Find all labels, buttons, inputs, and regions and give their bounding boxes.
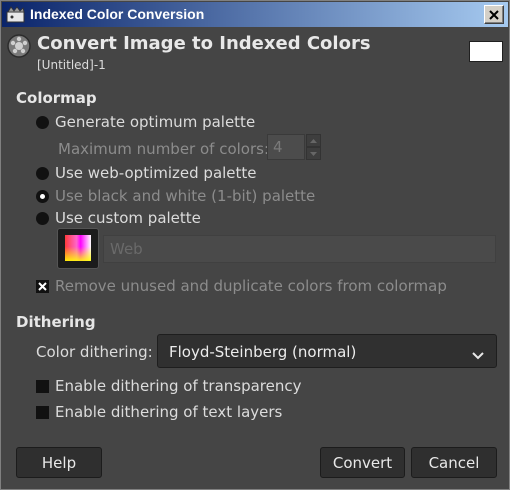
- radio-button-selected[interactable]: [36, 189, 49, 203]
- color-dithering-label: Color dithering:: [36, 343, 153, 361]
- close-icon: [489, 5, 499, 24]
- radio-button[interactable]: [36, 115, 49, 129]
- check-x-icon: [38, 281, 47, 291]
- chevron-up-icon: [310, 138, 317, 143]
- title-bar[interactable]: Indexed Color Conversion: [2, 2, 508, 27]
- radio-button[interactable]: [36, 166, 49, 180]
- dither-transparency-option[interactable]: Enable dithering of transparency: [36, 377, 302, 395]
- convert-button[interactable]: Convert: [320, 447, 405, 478]
- increment-button[interactable]: [306, 134, 321, 147]
- radio-label: Use black and white (1-bit) palette: [55, 187, 316, 205]
- radio-button[interactable]: [36, 211, 49, 225]
- dialog-window: Indexed Color Conversion Convert Image t…: [0, 0, 510, 490]
- radio-label: Generate optimum palette: [55, 113, 256, 131]
- checkbox-checked[interactable]: [36, 279, 49, 293]
- palette-swatch-button[interactable]: [57, 228, 99, 269]
- colormap-heading: Colormap: [16, 89, 97, 107]
- palette-swatch-icon: [65, 235, 91, 261]
- radio-web-palette[interactable]: Use web-optimized palette: [36, 164, 257, 182]
- decrement-button[interactable]: [306, 147, 321, 160]
- checkbox-label: Enable dithering of text layers: [55, 403, 283, 421]
- cancel-button[interactable]: Cancel: [411, 447, 497, 478]
- help-button[interactable]: Help: [16, 447, 102, 478]
- checkbox-label: Remove unused and duplicate colors from …: [55, 277, 447, 295]
- convert-indexed-icon: [6, 33, 32, 59]
- close-button[interactable]: [484, 5, 504, 24]
- image-name: [Untitled]-1: [37, 58, 106, 72]
- dither-text-layers-option[interactable]: Enable dithering of text layers: [36, 403, 282, 421]
- dialog-heading: Convert Image to Indexed Colors: [37, 33, 371, 54]
- radio-custom-palette[interactable]: Use custom palette: [36, 209, 201, 227]
- dialog-content: Convert Image to Indexed Colors [Untitle…: [3, 28, 508, 488]
- color-dithering-select[interactable]: Floyd-Steinberg (normal): [157, 334, 497, 368]
- radio-label: Use web-optimized palette: [55, 164, 257, 182]
- chevron-down-icon: [472, 346, 484, 364]
- chevron-down-icon: [310, 151, 317, 156]
- dithering-heading: Dithering: [16, 313, 96, 331]
- max-colors-input[interactable]: 4: [267, 134, 305, 160]
- image-preview: [469, 41, 503, 62]
- checkbox-label: Enable dithering of transparency: [55, 377, 302, 395]
- checkbox[interactable]: [36, 379, 49, 393]
- select-value: Floyd-Steinberg (normal): [169, 343, 357, 361]
- checkbox[interactable]: [36, 405, 49, 419]
- max-colors-label: Maximum number of colors:: [58, 140, 270, 158]
- custom-palette-field[interactable]: Web: [103, 235, 496, 263]
- remove-unused-option[interactable]: Remove unused and duplicate colors from …: [36, 277, 447, 295]
- max-colors-stepper[interactable]: [306, 134, 321, 161]
- radio-bw-palette[interactable]: Use black and white (1-bit) palette: [36, 187, 315, 205]
- radio-label: Use custom palette: [55, 209, 201, 227]
- radio-optimum-palette[interactable]: Generate optimum palette: [36, 113, 255, 131]
- window-title: Indexed Color Conversion: [30, 6, 205, 22]
- gimp-icon: [6, 6, 26, 23]
